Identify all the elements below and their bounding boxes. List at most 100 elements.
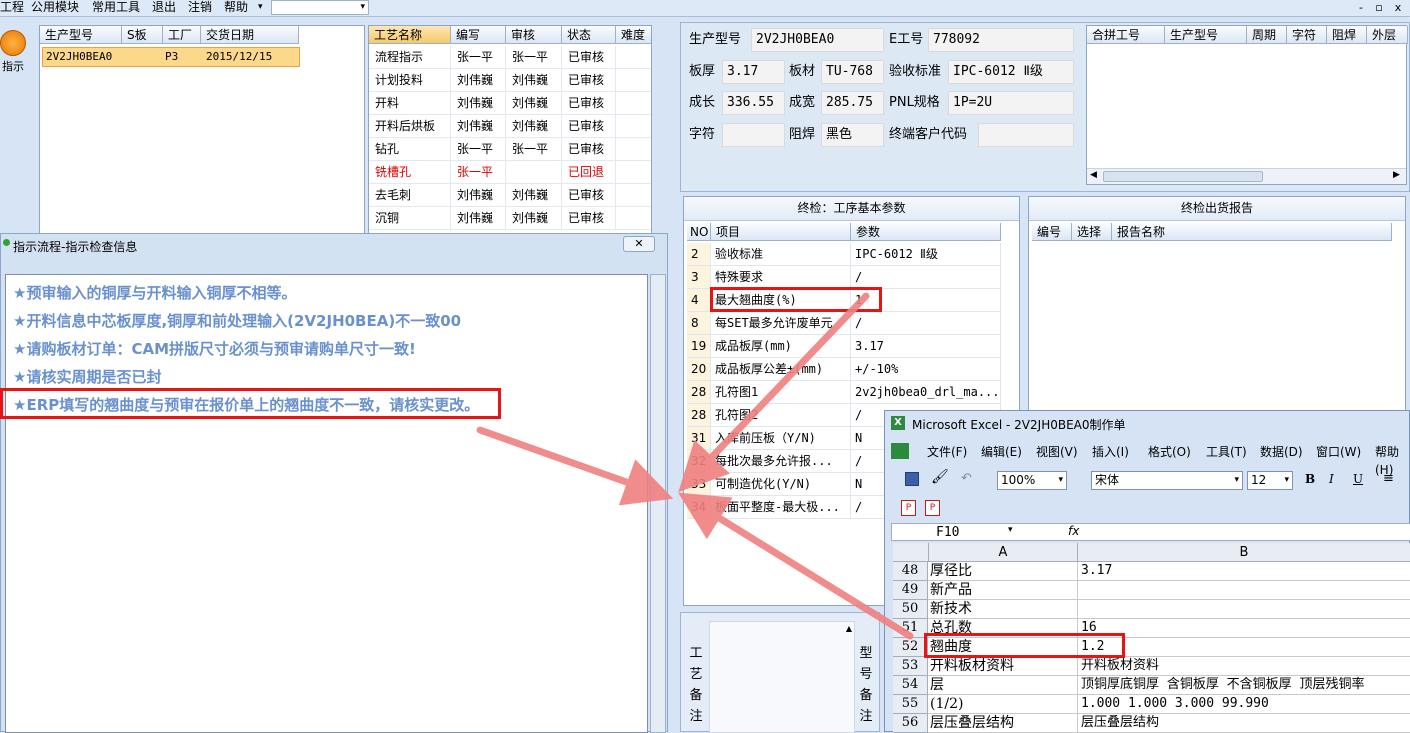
param-value[interactable]: 2v2jh0bea0_drl_ma...	[851, 381, 1001, 404]
param-item[interactable]: 成品板厚(mm)	[711, 335, 851, 358]
param-item[interactable]: 成品板厚公差±(mm)	[711, 358, 851, 381]
length-field[interactable]: 336.55	[722, 91, 785, 115]
pnl-field[interactable]: 1P=2U	[948, 91, 1074, 115]
excel-menu-file[interactable]: 文件(F)	[927, 443, 967, 461]
width-field[interactable]: 285.75	[821, 91, 884, 115]
header-delivery-date[interactable]: 交货日期	[201, 26, 299, 44]
horizontal-scrollbar[interactable]: ◀ ▶	[1087, 168, 1406, 184]
row-number[interactable]: 53	[893, 657, 928, 676]
cell-reference[interactable]: F10	[936, 525, 959, 540]
close-icon[interactable]: ✕	[623, 236, 655, 252]
excel-cell-a[interactable]: 新产品	[928, 581, 1078, 600]
process-cell[interactable]: 已审核	[562, 138, 616, 161]
param-no[interactable]: 28	[687, 404, 711, 427]
param-no[interactable]: 34	[687, 496, 711, 519]
excel-cell-a[interactable]: 开料板材资料	[928, 657, 1078, 676]
row-number[interactable]: 52	[893, 638, 928, 657]
param-item[interactable]: 验收标准	[711, 243, 851, 266]
header-model[interactable]: 生产型号	[40, 26, 122, 44]
chevron-down-icon[interactable]: ▾	[1008, 525, 1013, 535]
process-cell[interactable]	[616, 207, 651, 230]
function-icon[interactable]: fx	[1068, 524, 1079, 538]
scrollbar-thumb[interactable]	[1103, 171, 1263, 182]
param-no[interactable]: 3	[687, 266, 711, 289]
header-merge-no[interactable]: 合拼工号	[1087, 26, 1165, 44]
header-author[interactable]: 编写	[451, 26, 506, 44]
indicate-icon[interactable]	[0, 30, 26, 56]
chevron-down-icon[interactable]: ▾	[360, 1, 365, 14]
chevron-down-icon[interactable]: ▾	[1284, 472, 1289, 489]
process-cell[interactable]: 已审核	[562, 46, 616, 69]
header-report-name[interactable]: 报告名称	[1112, 223, 1392, 241]
vertical-scrollbar[interactable]	[650, 274, 666, 733]
pdf-icon[interactable]: P	[901, 500, 916, 516]
excel-cell-a[interactable]: 层	[928, 676, 1078, 695]
excel-cell-b[interactable]: 1.2	[1079, 638, 1409, 657]
row-number[interactable]: 50	[893, 600, 928, 619]
underline-icon[interactable]: U	[1353, 472, 1363, 486]
process-cell[interactable]: 钻孔	[369, 138, 451, 161]
param-value[interactable]: IPC-6012 Ⅱ级	[851, 243, 1001, 266]
column-a-header[interactable]: A	[928, 543, 1078, 562]
row-number[interactable]: 55	[893, 695, 928, 714]
process-cell[interactable]: 已审核	[562, 69, 616, 92]
process-cell[interactable]: 开料	[369, 92, 451, 115]
header-report-no[interactable]: 编号	[1032, 223, 1072, 241]
process-cell[interactable]: 刘伟巍	[506, 115, 562, 138]
param-value[interactable]: /	[851, 266, 1001, 289]
excel-cell-b[interactable]: 层压叠层结构	[1079, 714, 1409, 733]
menu-logout[interactable]: 注销	[188, 0, 212, 15]
process-cell[interactable]: 刘伟巍	[506, 92, 562, 115]
process-cell[interactable]: 已审核	[562, 184, 616, 207]
param-item[interactable]: 特殊要求	[711, 266, 851, 289]
param-item[interactable]: 板面平整度-最大极...	[711, 496, 851, 519]
excel-cell-b[interactable]	[1079, 581, 1409, 600]
customer-code-field[interactable]	[978, 123, 1074, 147]
standard-field[interactable]: IPC-6012 Ⅱ级	[948, 60, 1074, 84]
process-cell[interactable]: 刘伟巍	[451, 184, 506, 207]
process-cell[interactable]: 张一平	[451, 46, 506, 69]
param-item[interactable]: 孔符图1	[711, 381, 851, 404]
process-cell[interactable]: 已回退	[562, 161, 616, 184]
param-value[interactable]: /	[851, 312, 1001, 335]
process-cell[interactable]	[616, 161, 651, 184]
excel-menu-window[interactable]: 窗口(W)	[1316, 443, 1361, 461]
header-process-name[interactable]: 工艺名称	[369, 26, 451, 44]
row-number[interactable]: 49	[893, 581, 928, 600]
pdf-settings-icon[interactable]: P	[925, 500, 940, 516]
excel-menu-view[interactable]: 视图(V)	[1036, 443, 1078, 461]
thickness-field[interactable]: 3.17	[722, 60, 785, 84]
param-item[interactable]: 每SET最多允许废单元	[711, 312, 851, 335]
process-cell[interactable]: 计划投料	[369, 69, 451, 92]
scroll-right-icon[interactable]: ▶	[1393, 170, 1400, 180]
param-value[interactable]: +/-10%	[851, 358, 1001, 381]
scroll-left-icon[interactable]: ◀	[1090, 170, 1097, 180]
process-cell[interactable]: 铣槽孔	[369, 161, 451, 184]
menu-exit[interactable]: 退出	[152, 0, 176, 15]
row-number[interactable]: 54	[893, 676, 928, 695]
char-field[interactable]	[722, 123, 785, 147]
menu-help[interactable]: 帮助	[224, 0, 248, 15]
indicate-button-label[interactable]: 指示	[2, 58, 24, 74]
model-field[interactable]: 2V2JH0BEA0	[751, 28, 884, 52]
process-cell[interactable]: 张一平	[506, 138, 562, 161]
table-row[interactable]: 2V2JH0BEA0 P3 2015/12/15	[42, 47, 300, 67]
param-no[interactable]: 19	[687, 335, 711, 358]
top-combo[interactable]: ▾	[271, 0, 369, 15]
process-cell[interactable]: 刘伟巍	[451, 207, 506, 230]
header-mask[interactable]: 阻焊	[1327, 26, 1367, 44]
param-no[interactable]: 32	[687, 450, 711, 473]
process-cell[interactable]: 刘伟巍	[451, 69, 506, 92]
process-cell[interactable]: 已审核	[562, 92, 616, 115]
restore-button[interactable]: ▫	[1370, 0, 1388, 15]
header-param[interactable]: 参数	[851, 223, 1001, 241]
excel-menu-edit[interactable]: 编辑(E)	[981, 443, 1022, 461]
save-icon[interactable]	[905, 472, 919, 486]
menu-common-tools[interactable]: 常用工具	[92, 0, 140, 15]
chevron-down-icon[interactable]: ▾	[258, 0, 263, 15]
undo-icon[interactable]: ↶	[961, 471, 972, 486]
process-cell[interactable]: 沉铜	[369, 207, 451, 230]
param-no[interactable]: 8	[687, 312, 711, 335]
chevron-down-icon[interactable]: ▾	[1058, 472, 1063, 489]
excel-menu-format[interactable]: 格式(O)	[1148, 443, 1191, 461]
